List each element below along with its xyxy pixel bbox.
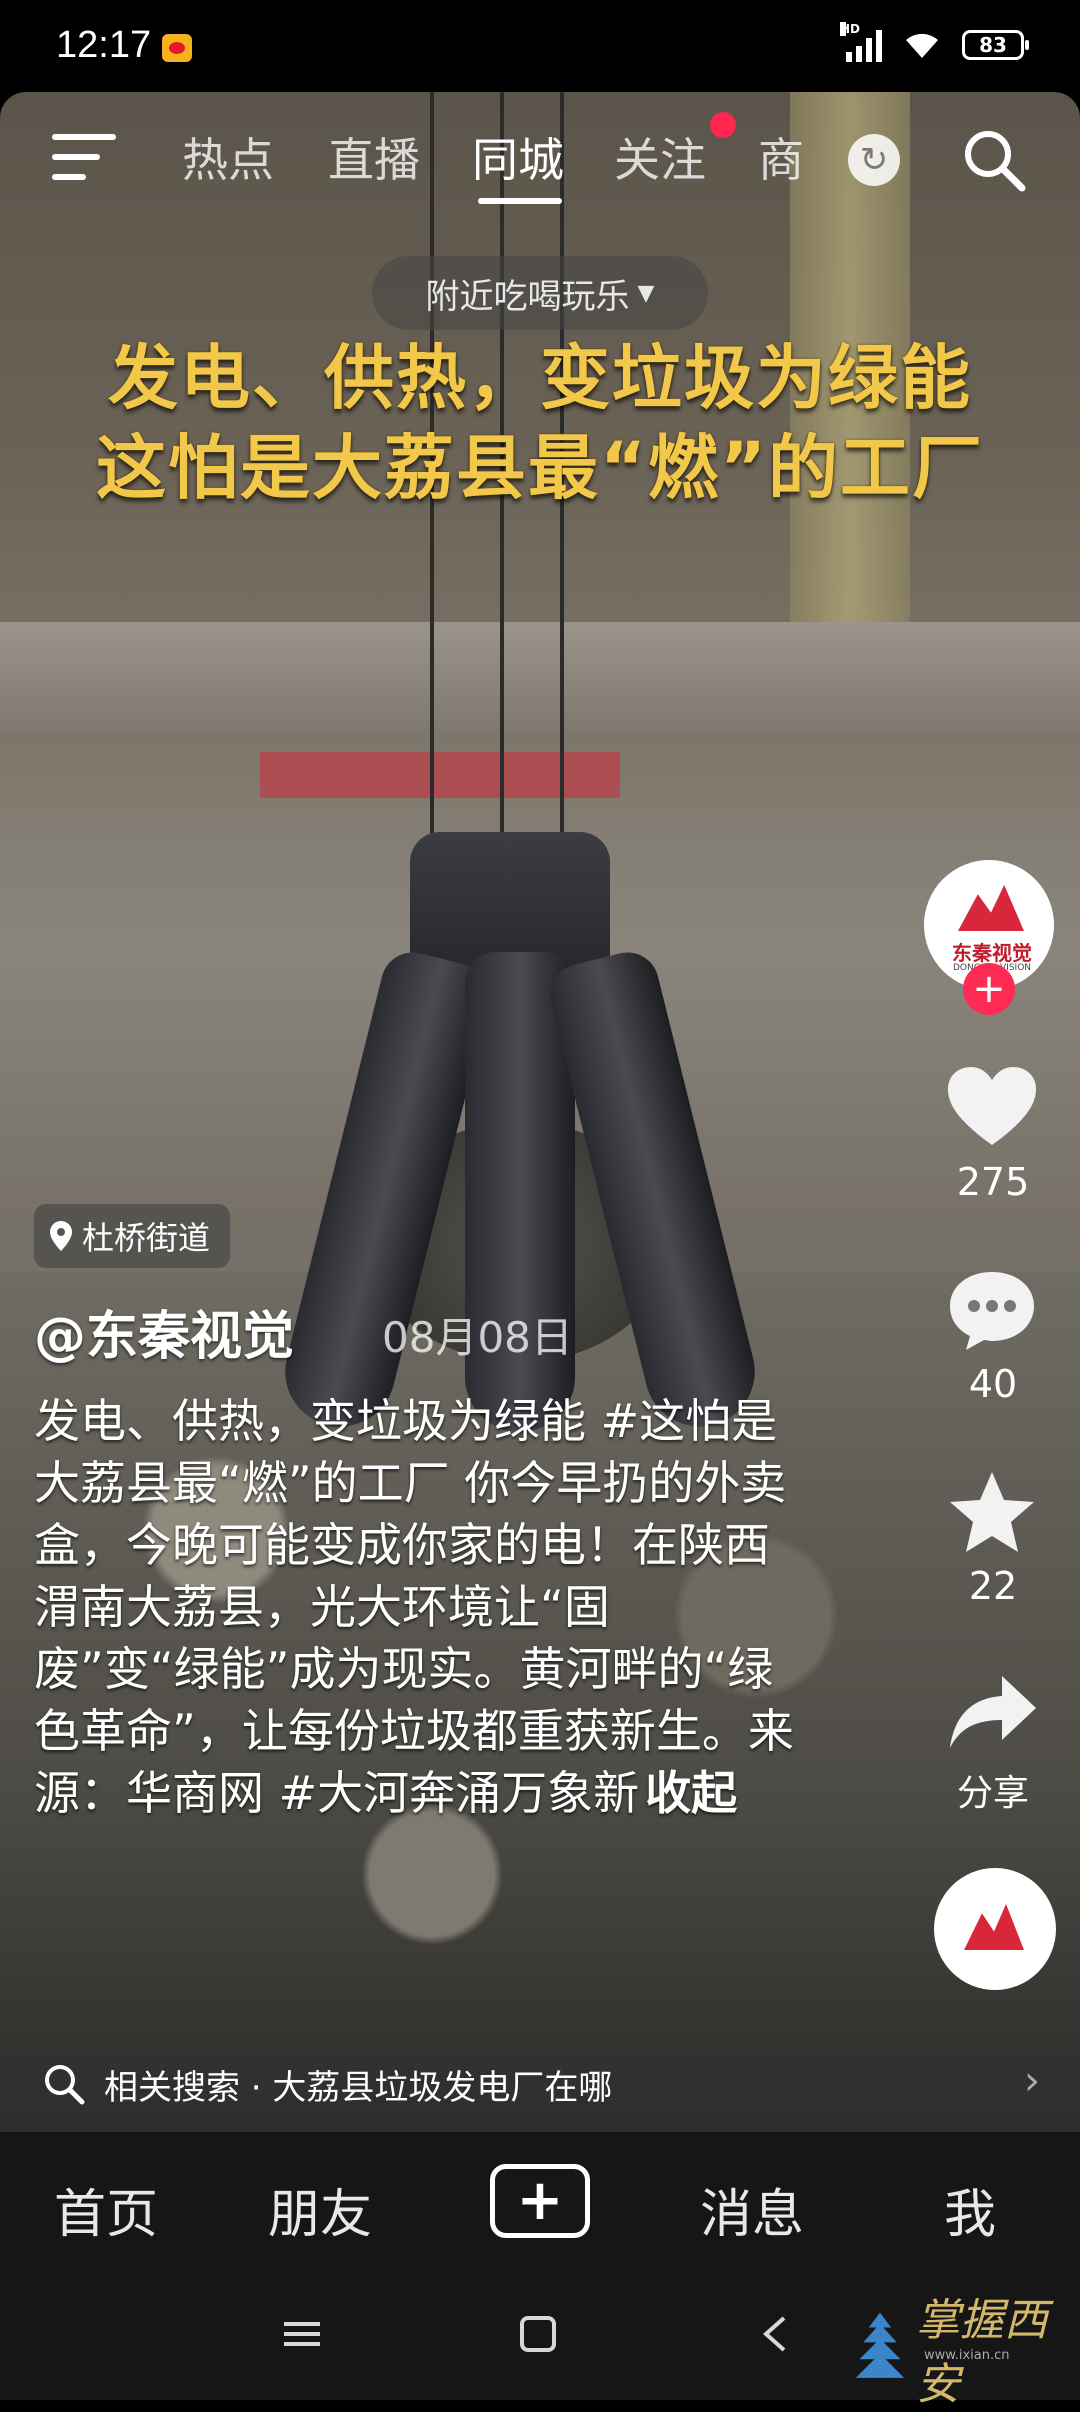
brand-logo-icon	[964, 1904, 1024, 1950]
watermark: 掌握西安 www.ixian.cn	[852, 2284, 1080, 2412]
wifi-icon	[906, 33, 938, 58]
location-pin-icon	[50, 1221, 72, 1251]
avatar-brand-text: 东秦视觉	[952, 941, 1032, 965]
tab-following[interactable]: 关注	[614, 124, 706, 190]
tab-hot[interactable]: 热点	[182, 124, 274, 190]
collapse-caption-button[interactable]: 收起	[645, 1766, 737, 1820]
network-label: HD	[840, 22, 861, 36]
background-stripe	[260, 752, 620, 798]
active-tab-indicator	[478, 198, 562, 204]
chevron-down-icon: ▼	[637, 280, 655, 306]
status-icons: HD 83	[840, 22, 1029, 62]
search-icon[interactable]	[958, 124, 1030, 196]
brand-logo-icon	[958, 885, 1024, 931]
related-search-text: 相关搜索 · 大荔县垃圾发电厂在哪	[104, 2067, 613, 2108]
pagoda-logo-icon	[855, 2312, 905, 2378]
nearby-filter-dropdown[interactable]: 附近吃喝玩乐 ▼	[372, 256, 708, 330]
location-label: 杜桥街道	[82, 1219, 211, 1257]
like-count: 275	[956, 1160, 1030, 1204]
location-tag[interactable]: 杜桥街道	[34, 1204, 231, 1268]
background-wall	[0, 622, 1080, 732]
related-search-bar[interactable]: 相关搜索 · 大荔县垃圾发电厂在哪 ›	[0, 2036, 1080, 2132]
favorite-icon[interactable]	[946, 1468, 1038, 1560]
back-icon[interactable]	[756, 2314, 796, 2354]
share-icon[interactable]	[946, 1670, 1038, 1754]
nav-me[interactable]: 我	[944, 2172, 996, 2247]
video-caption: 发电、供热，变垃圾为绿能 #这怕是大荔县最“燃”的工厂 你今早扔的外卖盒，今晚可…	[34, 1390, 794, 1824]
post-date: 08月08日	[382, 1313, 573, 1362]
battery-level: 83	[979, 33, 1007, 57]
chevron-right-icon: ›	[1024, 2058, 1040, 2104]
watermark-url: www.ixian.cn	[924, 2348, 1010, 2363]
share-label: 分享	[956, 1773, 1029, 1814]
video-headline-line1: 发电、供热，变垃圾为绿能	[108, 337, 972, 419]
author-name[interactable]: @东秦视觉	[34, 1294, 294, 1369]
status-bar: 12:17 HD 83	[0, 0, 1080, 96]
recent-apps-icon[interactable]	[282, 2314, 322, 2354]
favorite-count: 22	[968, 1564, 1018, 1608]
comment-icon[interactable]	[946, 1268, 1038, 1352]
follow-button[interactable]: +	[963, 963, 1015, 1015]
battery-icon: 83	[962, 30, 1029, 60]
nav-home[interactable]: 首页	[54, 2172, 158, 2247]
comment-count: 40	[968, 1362, 1018, 1406]
refresh-icon[interactable]: ↻	[848, 134, 900, 186]
nearby-filter-label: 附近吃喝玩乐	[425, 276, 630, 317]
nav-friends[interactable]: 朋友	[268, 2172, 372, 2247]
like-icon[interactable]	[946, 1065, 1038, 1149]
tab-shop[interactable]: 商	[758, 124, 814, 190]
bottom-nav-bar: 首页 朋友 + 消息 我	[0, 2132, 1080, 2280]
status-time: 12:17	[56, 24, 152, 66]
caption-text: 发电、供热，变垃圾为绿能 #这怕是大荔县最“燃”的工厂 你今早扔的外卖盒，今晚可…	[34, 1394, 794, 1820]
create-post-button[interactable]: +	[490, 2164, 590, 2238]
nav-messages[interactable]: 消息	[700, 2172, 804, 2247]
weibo-notification-icon	[162, 34, 192, 62]
signal-icon: HD	[840, 22, 882, 62]
music-disc[interactable]	[934, 1868, 1056, 1990]
menu-icon[interactable]	[52, 130, 116, 184]
tab-live[interactable]: 直播	[328, 124, 420, 190]
following-badge	[710, 112, 736, 138]
home-system-icon[interactable]	[518, 2314, 558, 2354]
top-tab-bar: 热点 直播 同城 关注 商 ↻	[0, 112, 1080, 204]
tab-local[interactable]: 同城	[472, 124, 564, 190]
video-headline-line2: 这怕是大荔县最“燃”的工厂	[95, 427, 984, 509]
search-icon	[45, 2065, 85, 2105]
